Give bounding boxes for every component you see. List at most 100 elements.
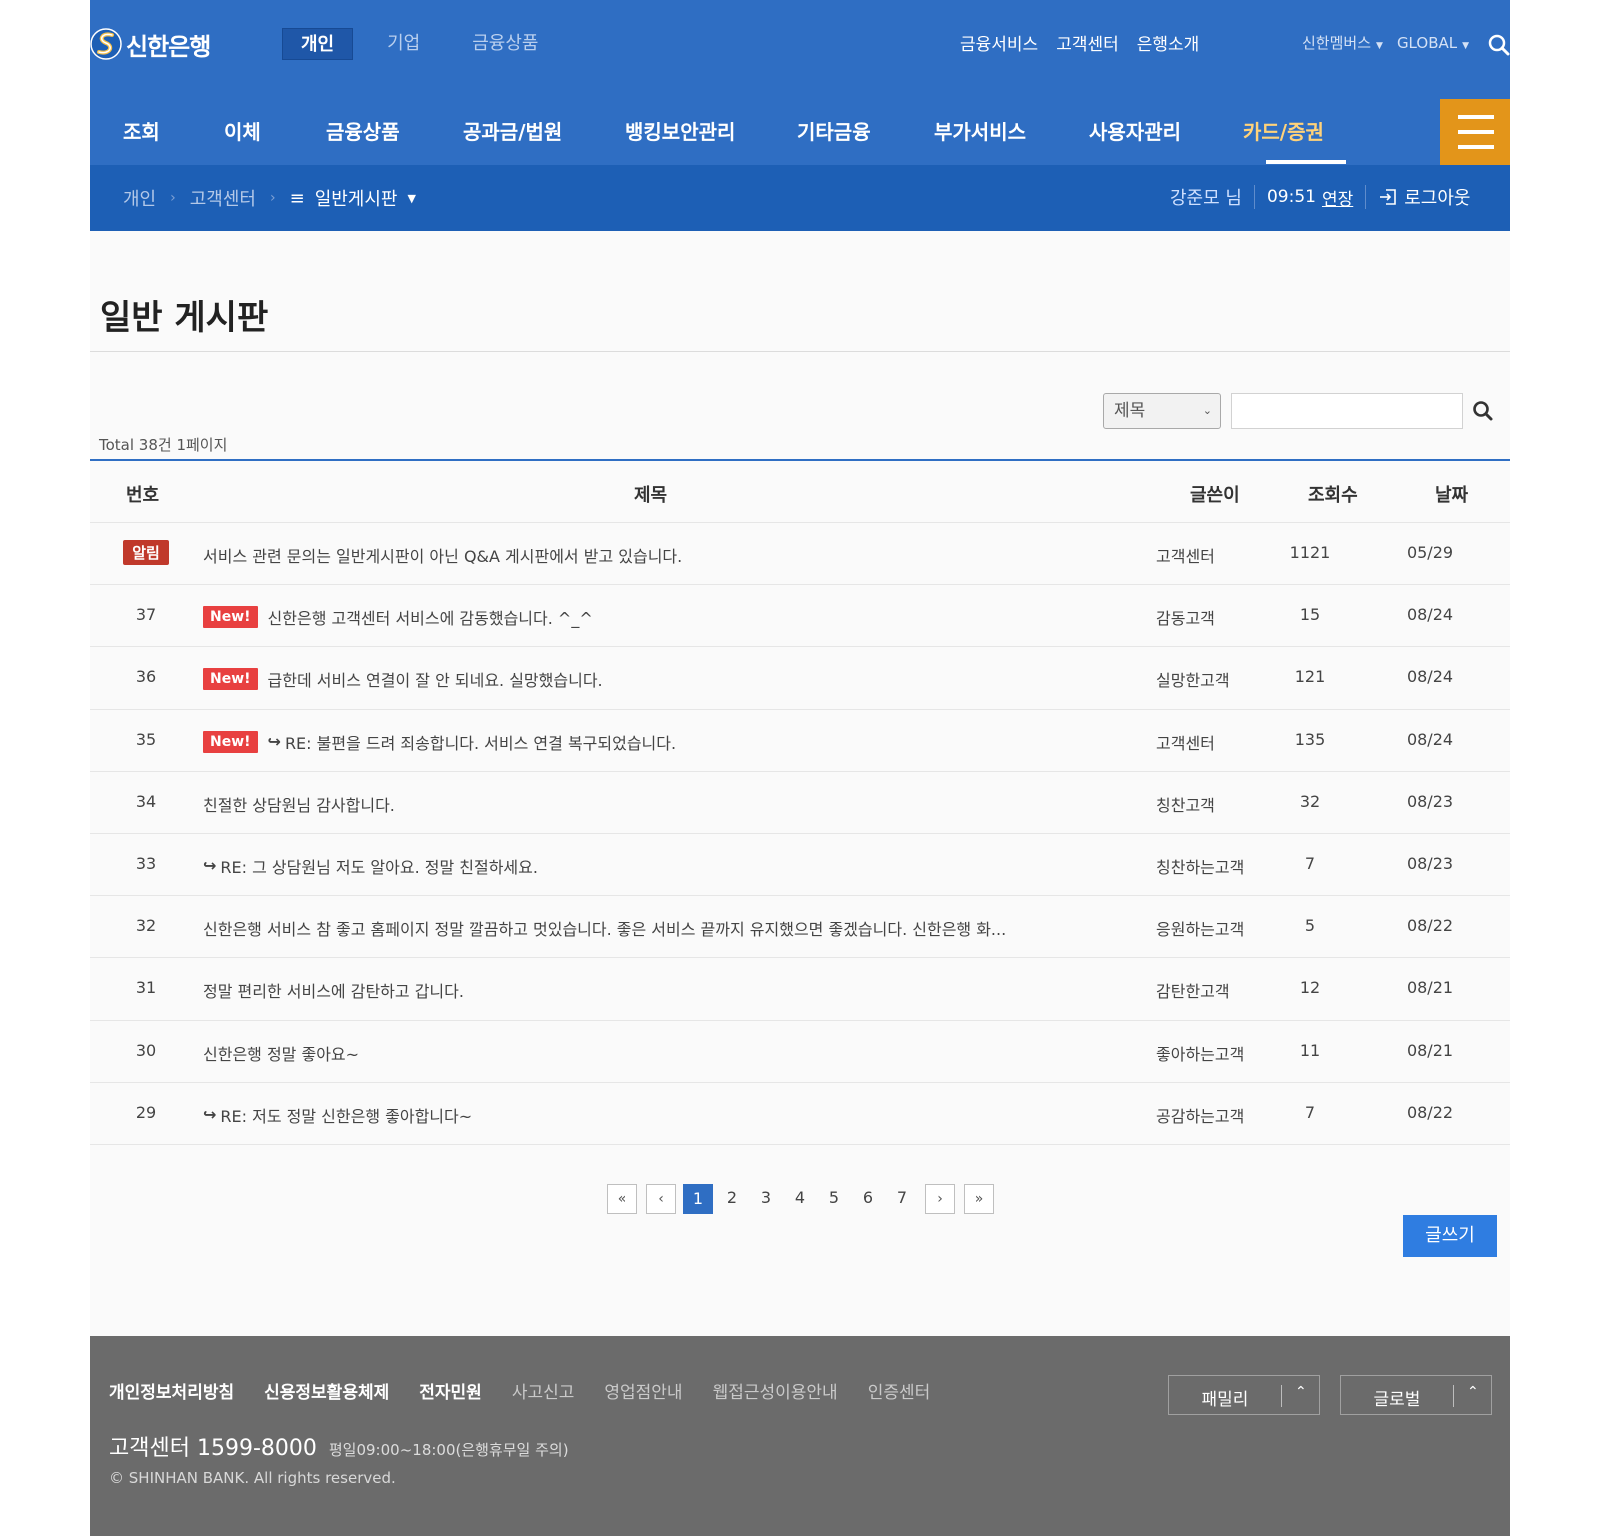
table-row[interactable]: 알림 서비스 관련 문의는 일반게시판이 아닌 Q&A 게시판에서 받고 있습니다… — [90, 523, 1510, 586]
footer-link-cert-center[interactable]: 인증센터 — [868, 1378, 931, 1403]
page-title: 일반 게시판 — [100, 298, 269, 338]
breadcrumb-current-label: 일반게시판 — [314, 189, 398, 210]
first-page-button[interactable]: « — [607, 1184, 637, 1214]
row-title-link[interactable]: New! ↪ RE: 불편을 드려 죄송합니다. 서비스 연결 복구되었습니다. — [203, 730, 676, 754]
footer-link-accident-report[interactable]: 사고신고 — [512, 1378, 575, 1403]
page-1[interactable]: 1 — [683, 1184, 713, 1214]
row-title: 신한은행 정말 좋아요~ — [203, 1044, 360, 1064]
footer: 개인정보처리방침 신용정보활용체제 전자민원 사고신고 영업점안내 웹접근성이용… — [90, 1336, 1510, 1536]
footer-link-accessibility[interactable]: 웹접근성이용안내 — [713, 1378, 838, 1403]
nav-user-management[interactable]: 사용자관리 — [1089, 116, 1181, 145]
row-number: 30 — [135, 1040, 157, 1060]
footer-link-e-complaint[interactable]: 전자민원 — [419, 1378, 482, 1403]
reply-arrow-icon: ↪ — [203, 856, 217, 876]
footer-hours: 평일09:00~18:00(은행휴무일 주의) — [328, 1441, 569, 1459]
row-number: 31 — [135, 978, 157, 998]
page: 신한은행 개인 기업 금융상품 금융서비스 고객센터 은행소개 신한멤버스 ▼ G… — [90, 0, 1510, 1536]
nav-extra-services[interactable]: 부가서비스 — [934, 116, 1026, 145]
row-views: 15 — [1299, 605, 1321, 625]
row-title-link[interactable]: 서비스 관련 문의는 일반게시판이 아닌 Q&A 게시판에서 받고 있습니다. — [203, 543, 682, 567]
link-customer-center[interactable]: 고객센터 — [1056, 30, 1119, 55]
page-7[interactable]: 7 — [887, 1188, 917, 1207]
footer-link-privacy[interactable]: 개인정보처리방침 — [109, 1378, 234, 1403]
table-row[interactable]: 34 친절한 상담원님 감사합니다. 칭찬고객 32 08/23 — [90, 772, 1510, 834]
row-title-link[interactable]: New! 급한데 서비스 연결이 잘 안 되네요. 실망했습니다. — [203, 667, 603, 691]
link-shinhan-members[interactable]: 신한멤버스 ▼ — [1302, 32, 1383, 53]
row-number: 32 — [135, 916, 157, 936]
search-input[interactable] — [1231, 393, 1463, 429]
nav-transfer[interactable]: 이체 — [224, 116, 261, 145]
header-no: 번호 — [126, 485, 160, 506]
search-icon[interactable] — [1470, 398, 1496, 424]
row-title-link[interactable]: 정말 편리한 서비스에 감탄하고 갑니다. — [203, 978, 464, 1002]
global-links: 신한멤버스 ▼ GLOBAL ▼ — [1302, 32, 1483, 53]
utility-links: 금융서비스 고객센터 은행소개 — [960, 30, 1217, 55]
row-number: 33 — [135, 853, 157, 873]
tab-products[interactable]: 금융상품 — [454, 28, 556, 60]
logout-button[interactable]: 로그아웃 — [1378, 184, 1471, 210]
row-title: RE: 저도 정말 신한은행 좋아합니다~ — [220, 1106, 473, 1126]
row-title-link[interactable]: ↪ RE: 그 상담원님 저도 알아요. 정말 친절하세요. — [203, 854, 538, 878]
nav-utility-court[interactable]: 공과금/법원 — [463, 116, 562, 145]
row-title-link[interactable]: 신한은행 서비스 참 좋고 홈페이지 정말 깔끔하고 멋있습니다. 좋은 서비스… — [203, 916, 1006, 940]
write-post-button[interactable]: 글쓰기 — [1403, 1215, 1497, 1257]
table-row[interactable]: 30 신한은행 정말 좋아요~ 좋아하는고객 11 08/21 — [90, 1021, 1510, 1083]
family-site-label: 패밀리 — [1201, 1390, 1249, 1410]
footer-link-branch-guide[interactable]: 영업점안내 — [604, 1378, 682, 1403]
prev-page-button[interactable]: ‹ — [646, 1184, 676, 1214]
caret-down-icon: ▼ — [1462, 40, 1470, 51]
nav-inquiry[interactable]: 조회 — [123, 116, 160, 145]
hamburger-bar — [1458, 130, 1494, 134]
nav-security[interactable]: 뱅킹보안관리 — [625, 116, 735, 145]
page-2[interactable]: 2 — [717, 1188, 747, 1207]
breadcrumb: 개인 › 고객센터 › ≡ 일반게시판 ▼ — [123, 185, 416, 211]
family-site-select[interactable]: 패밀리 ⌃ — [1168, 1375, 1320, 1415]
nav-products[interactable]: 금융상품 — [326, 116, 400, 145]
chevron-down-icon: ⌄ — [1202, 404, 1212, 417]
row-date: 05/29 — [1406, 543, 1454, 562]
table-row[interactable]: 32 신한은행 서비스 참 좋고 홈페이지 정말 깔끔하고 멋있습니다. 좋은 서… — [90, 896, 1510, 959]
table-row[interactable]: 37 New! 신한은행 고객센터 서비스에 감동했습니다. ^_^ 감동고객 15 08… — [90, 585, 1510, 648]
table-body: 알림 서비스 관련 문의는 일반게시판이 아닌 Q&A 게시판에서 받고 있습니다… — [90, 523, 1510, 1145]
logout-label: 로그아웃 — [1404, 188, 1471, 209]
global-site-select[interactable]: 글로벌 ⌃ — [1340, 1375, 1492, 1415]
breadcrumb-customer-center[interactable]: 고객센터 — [190, 185, 256, 211]
link-global[interactable]: GLOBAL ▼ — [1397, 34, 1469, 52]
row-title-link[interactable]: 친절한 상담원님 감사합니다. — [203, 792, 395, 816]
top-header: 신한은행 개인 기업 금융상품 금융서비스 고객센터 은행소개 신한멤버스 ▼ G… — [90, 0, 1510, 165]
chevron-left-icon: ‹ — [658, 1191, 664, 1207]
footer-link-credit-info[interactable]: 신용정보활용체제 — [264, 1378, 389, 1403]
row-title-link[interactable]: ↪ RE: 저도 정말 신한은행 좋아합니다~ — [203, 1103, 472, 1127]
breadcrumb-current-dropdown[interactable]: ≡ 일반게시판 ▼ — [290, 185, 416, 211]
page-5[interactable]: 5 — [819, 1188, 849, 1207]
table-row[interactable]: 31 정말 편리한 서비스에 감탄하고 갑니다. 감탄한고객 12 08/21 — [90, 958, 1510, 1021]
table-row[interactable]: 36 New! 급한데 서비스 연결이 잘 안 되네요. 실망했습니다. 실망한고객 1… — [90, 647, 1510, 710]
header-views: 조회수 — [1308, 485, 1358, 506]
last-page-button[interactable]: » — [964, 1184, 994, 1214]
page-4[interactable]: 4 — [785, 1188, 815, 1207]
search-field-select[interactable]: 제목 ⌄ — [1103, 393, 1221, 429]
row-date: 08/24 — [1406, 729, 1454, 749]
hamburger-menu-icon[interactable] — [1440, 99, 1510, 165]
page-6[interactable]: 6 — [853, 1188, 883, 1207]
link-financial-services[interactable]: 금융서비스 — [960, 30, 1038, 55]
brand-logo[interactable]: 신한은행 — [90, 22, 211, 66]
breadcrumb-personal[interactable]: 개인 — [123, 185, 156, 211]
link-bank-intro[interactable]: 은행소개 — [1137, 30, 1200, 55]
row-title-link[interactable]: 신한은행 정말 좋아요~ — [203, 1041, 359, 1065]
tab-business[interactable]: 기업 — [369, 28, 438, 60]
next-page-button[interactable]: › — [925, 1184, 955, 1214]
table-row[interactable]: 29 ↪ RE: 저도 정말 신한은행 좋아합니다~ 공감하는고객 7 08/22 — [90, 1083, 1510, 1145]
double-chevron-right-icon: » — [974, 1191, 984, 1207]
nav-other-finance[interactable]: 기타금융 — [797, 116, 871, 145]
search-icon[interactable] — [1488, 34, 1510, 56]
extend-session-button[interactable]: 연장 — [1322, 185, 1353, 210]
notice-badge: 알림 — [123, 540, 169, 565]
row-title-link[interactable]: New! 신한은행 고객센터 서비스에 감동했습니다. ^_^ — [203, 605, 593, 629]
table-row[interactable]: 35 New! ↪ RE: 불편을 드려 죄송합니다. 서비스 연결 복구되었습니다.… — [90, 710, 1510, 772]
tab-personal[interactable]: 개인 — [282, 28, 354, 60]
table-row[interactable]: 33 ↪ RE: 그 상담원님 저도 알아요. 정말 친절하세요. 칭찬하는고객 7 08… — [90, 834, 1510, 897]
page-3[interactable]: 3 — [751, 1188, 781, 1207]
nav-card-securities[interactable]: 카드/증권 — [1243, 116, 1324, 145]
header-date: 날짜 — [1435, 485, 1469, 506]
